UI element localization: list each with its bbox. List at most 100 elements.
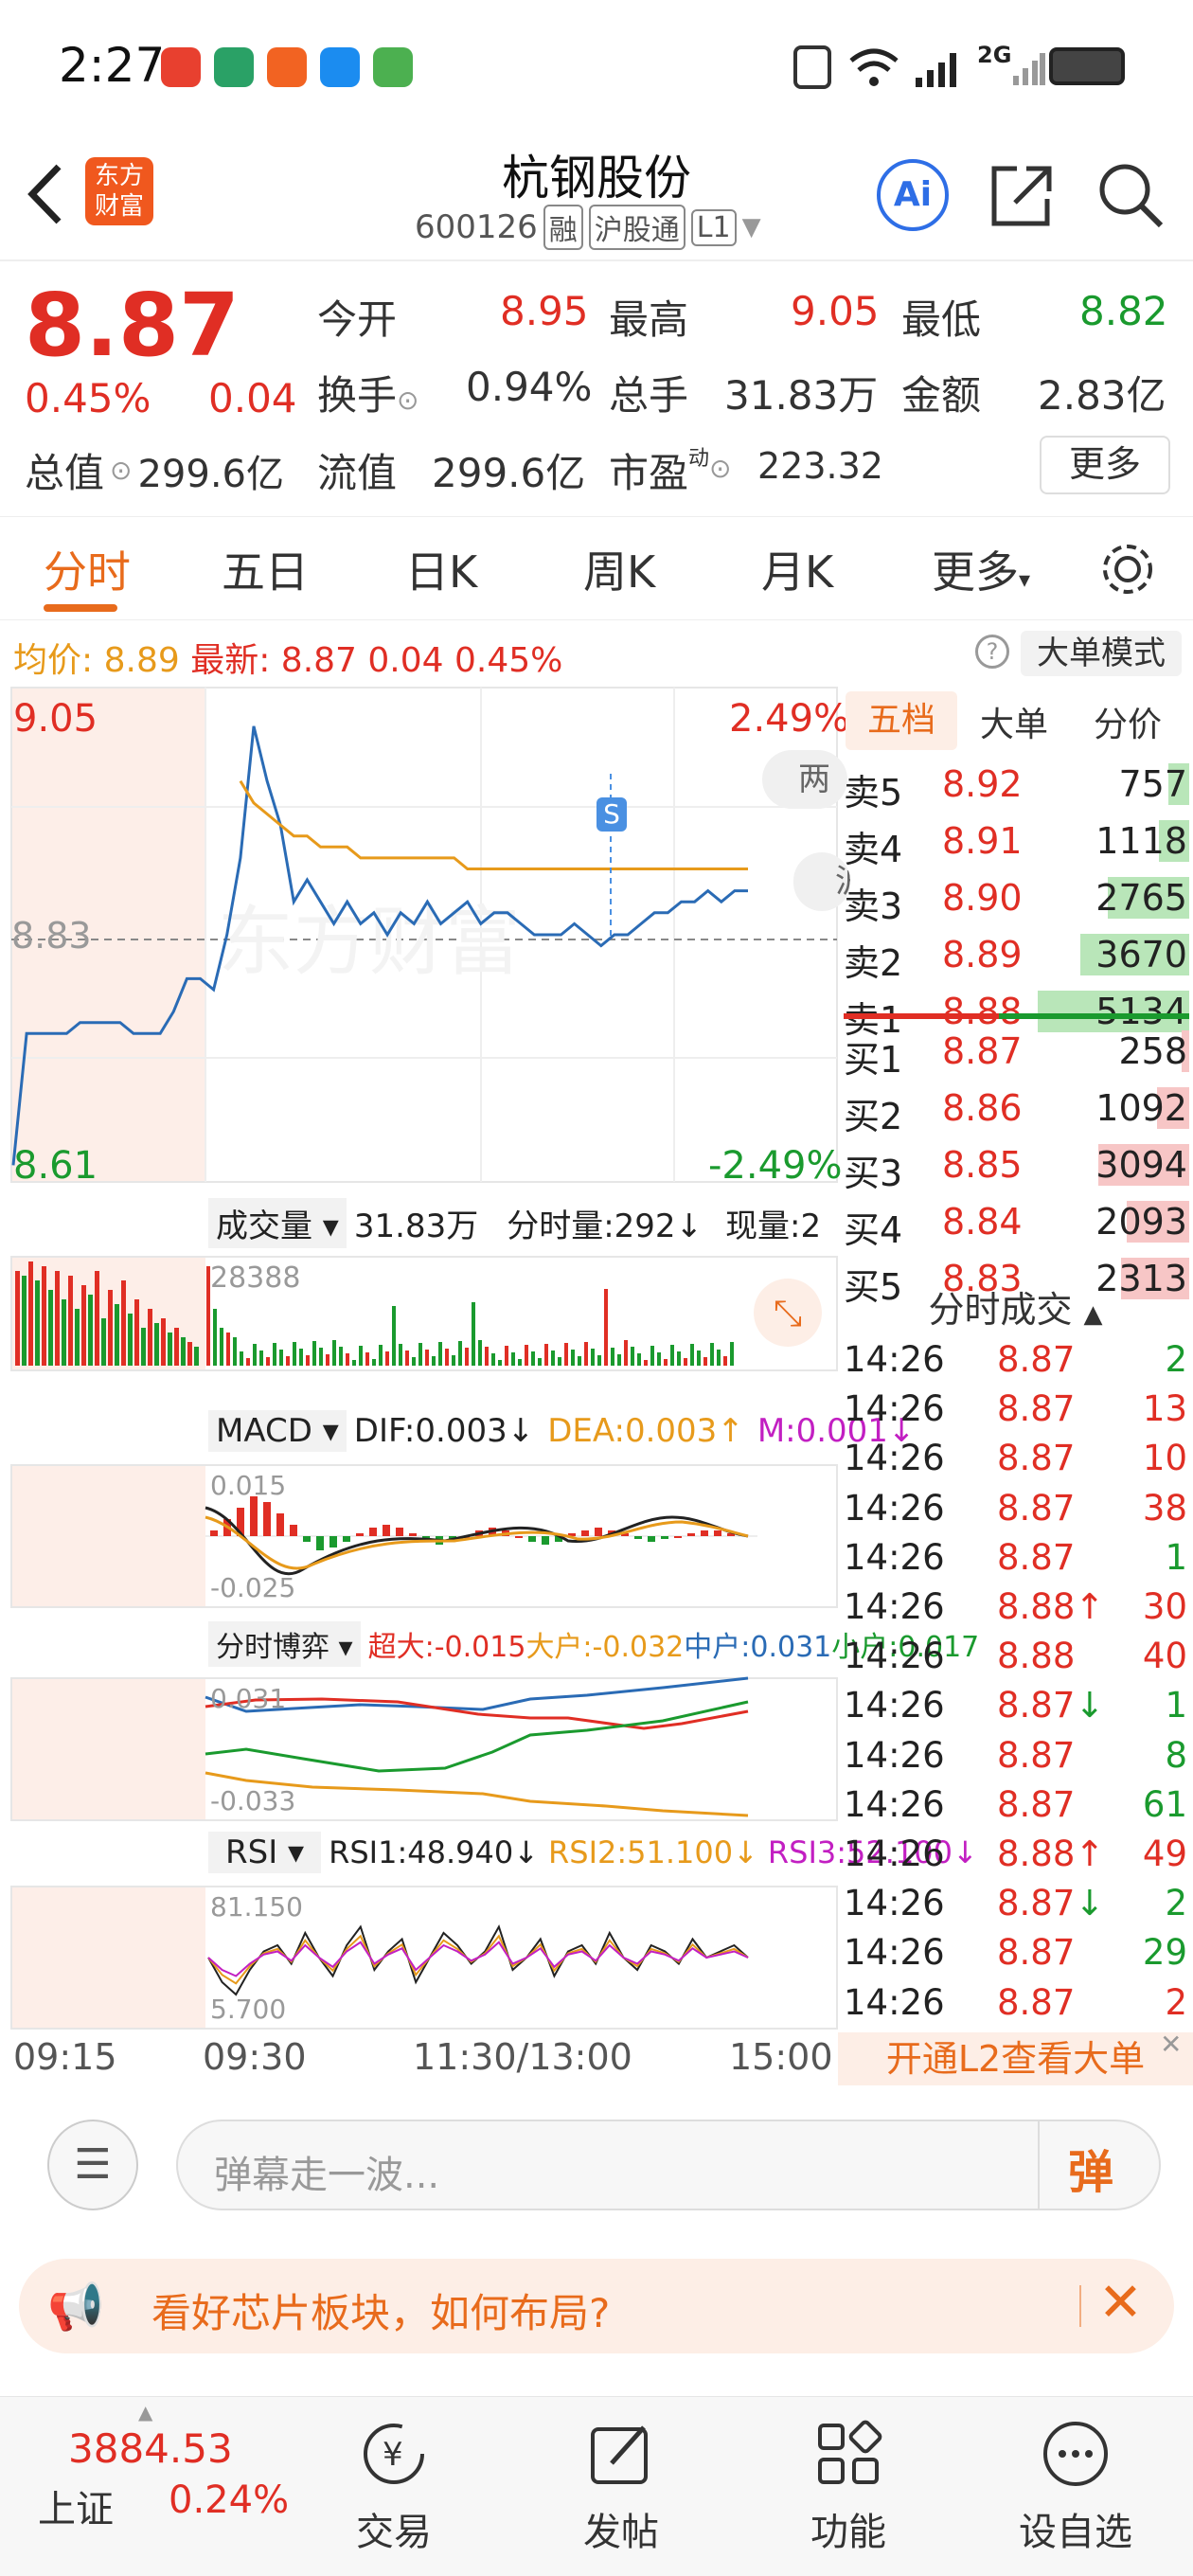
danmaku-divider bbox=[1038, 2121, 1040, 2209]
nav-trade-label: 交易 bbox=[356, 2511, 432, 2554]
wifi-icon bbox=[849, 48, 899, 86]
status-bar: 2:27 2G bbox=[0, 0, 1193, 133]
stock-code-row[interactable]: 600126 融 沪股通 L1 ▼ bbox=[415, 205, 761, 250]
sell-level-row[interactable]: 卖2 8.89 3670 bbox=[838, 930, 1193, 984]
volume-bar bbox=[42, 1266, 46, 1366]
tick-time: 14:26 bbox=[844, 1438, 945, 1479]
book-tab-five-level[interactable]: 五档 bbox=[846, 691, 957, 750]
volume-indicator-select[interactable]: 成交量 ▾ bbox=[208, 1197, 347, 1248]
tab-five-day[interactable]: 五日 bbox=[222, 538, 309, 600]
info-icon[interactable]: ⊙ bbox=[709, 453, 731, 484]
tab-weekly-k[interactable]: 周K bbox=[583, 538, 655, 600]
volume-bar bbox=[472, 1302, 475, 1366]
tick-time: 14:26 bbox=[844, 1932, 945, 1974]
sell-level-row[interactable]: 卖5 8.92 757 bbox=[838, 760, 1193, 814]
danmaku-settings-icon[interactable]: ☰ bbox=[47, 2120, 138, 2210]
tick-price: 8.87↓ bbox=[997, 1883, 1105, 1924]
tick-row: 14:26 8.87↓ 1 bbox=[838, 1683, 1193, 1732]
signal-icon bbox=[1013, 53, 1045, 85]
macd-bar bbox=[528, 1536, 536, 1542]
volume-bar bbox=[379, 1345, 383, 1366]
macd-indicator-select[interactable]: MACD ▾ bbox=[208, 1410, 347, 1452]
tick-time: 14:26 bbox=[844, 1685, 945, 1726]
tick-price: 8.87 bbox=[997, 1981, 1076, 2023]
tab-intraday[interactable]: 分时 bbox=[44, 538, 131, 600]
sell-level-row[interactable]: 卖3 8.90 2765 bbox=[838, 873, 1193, 927]
gear-icon[interactable] bbox=[1098, 540, 1157, 599]
danmaku-send-button[interactable]: 弹 bbox=[1068, 2135, 1113, 2201]
help-icon[interactable]: ? bbox=[975, 635, 1009, 669]
avg-last-text: 均价: 8.89 最新: 8.87 0.04 0.45% bbox=[13, 633, 562, 682]
volume-bar bbox=[677, 1351, 681, 1366]
volume-bar bbox=[491, 1353, 495, 1366]
volume-bar bbox=[684, 1358, 687, 1366]
volume-bar bbox=[220, 1328, 223, 1366]
signal-marker-icon[interactable]: S bbox=[596, 797, 627, 832]
info-icon[interactable]: ⊙ bbox=[397, 385, 418, 416]
tab-daily-k[interactable]: 日K bbox=[405, 538, 477, 600]
down-arrow-icon: ↓ bbox=[1075, 1685, 1105, 1726]
volume-bar bbox=[240, 1351, 243, 1366]
game-indicator-select[interactable]: 分时博弈 ▾ bbox=[208, 1621, 361, 1667]
time-axis-mid: 11:30/13:00 bbox=[413, 2036, 632, 2078]
level-label: 卖2 bbox=[844, 942, 903, 984]
edit-icon bbox=[591, 2425, 648, 2484]
search-icon[interactable] bbox=[1095, 159, 1166, 231]
volume-bar bbox=[161, 1318, 166, 1366]
share-icon[interactable] bbox=[988, 159, 1055, 229]
macd-dea-value: DEA:0.003↑ bbox=[547, 1412, 744, 1450]
macd-bar bbox=[329, 1536, 337, 1547]
tick-volume: 1 bbox=[1165, 1685, 1187, 1726]
macd-bar bbox=[581, 1530, 589, 1536]
nav-functions-label: 功能 bbox=[810, 2511, 886, 2554]
tick-row: 14:26 8.87 8 bbox=[838, 1733, 1193, 1782]
tick-price: 8.87 bbox=[997, 1734, 1076, 1776]
nav-trade[interactable]: ¥ 交易 bbox=[309, 2416, 479, 2556]
l2-upgrade-banner[interactable]: 开通L2查看大单 bbox=[838, 2032, 1193, 2085]
buy-level-row[interactable]: 买1 8.87 258 bbox=[838, 1027, 1193, 1081]
rsi-indicator-select[interactable]: RSI ▾ bbox=[208, 1832, 322, 1873]
nav-functions[interactable]: 功能 bbox=[763, 2416, 934, 2556]
volume-bar bbox=[571, 1350, 575, 1366]
volume-bar bbox=[168, 1333, 172, 1366]
macd-bar bbox=[396, 1528, 403, 1536]
index-ticker[interactable]: ▲ 3884.53 上证 0.24% bbox=[0, 2397, 289, 2576]
sell-level-row[interactable]: 卖4 8.91 1118 bbox=[838, 816, 1193, 870]
macd-dea-line bbox=[205, 1515, 749, 1570]
macd-bar bbox=[250, 1496, 258, 1536]
volume-bar bbox=[418, 1343, 422, 1366]
promo-text: 看好芯片板块，如何布局? bbox=[151, 2290, 611, 2336]
rsi1-value: RSI1:48.940↓ bbox=[329, 1834, 540, 1870]
time-axis-close: 15:00 bbox=[729, 2036, 833, 2078]
danmaku-input[interactable]: 弹幕走一波... 弹 bbox=[176, 2120, 1161, 2210]
info-icon[interactable]: ⊙ bbox=[110, 455, 132, 486]
pe-label: 市盈 动 ⊙ bbox=[609, 441, 732, 499]
tab-monthly-k[interactable]: 月K bbox=[761, 538, 833, 600]
big-order-mode-button[interactable]: 大单模式 bbox=[1021, 631, 1182, 676]
tab-more[interactable]: 更多▾ bbox=[932, 538, 1030, 600]
promo-banner[interactable]: 📢 看好芯片板块，如何布局? ✕ bbox=[19, 2259, 1174, 2353]
book-tab-price-dist[interactable]: 分价 bbox=[1094, 697, 1162, 746]
more-button[interactable]: 更多 bbox=[1040, 436, 1170, 494]
buy-level-row[interactable]: 买3 8.85 3094 bbox=[838, 1140, 1193, 1194]
volume-bar bbox=[359, 1346, 363, 1366]
macd-bar bbox=[369, 1528, 377, 1536]
expand-icon[interactable]: ⤡ bbox=[754, 1279, 822, 1347]
book-tab-big-order[interactable]: 大单 bbox=[980, 697, 1048, 746]
close-icon[interactable]: ✕ bbox=[1160, 2029, 1182, 2060]
margin-trading-tag[interactable]: 两 bbox=[762, 750, 847, 809]
close-icon[interactable]: ✕ bbox=[1098, 2272, 1143, 2334]
volume-bar bbox=[154, 1323, 159, 1366]
buy-level-row[interactable]: 买2 8.86 1092 bbox=[838, 1083, 1193, 1137]
nav-post[interactable]: 发帖 bbox=[536, 2416, 706, 2556]
buy-level-row[interactable]: 买4 8.84 2093 bbox=[838, 1197, 1193, 1251]
volume-bar bbox=[551, 1351, 555, 1366]
rsi-bottom-label: 5.700 bbox=[210, 1994, 287, 2025]
quote-panel: 8.87 0.45% 0.04 总值 ⊙ 299.6亿 今开 8.95 最高 9… bbox=[0, 263, 1193, 514]
nav-add-watchlist[interactable]: 设自选 bbox=[990, 2416, 1161, 2556]
ai-icon[interactable]: Ai bbox=[877, 159, 949, 231]
level-label: 卖3 bbox=[844, 886, 903, 927]
volume-bar bbox=[273, 1343, 276, 1366]
ticks-title[interactable]: 分时成交 ▲ bbox=[838, 1280, 1193, 1333]
volume-bar bbox=[644, 1360, 648, 1366]
